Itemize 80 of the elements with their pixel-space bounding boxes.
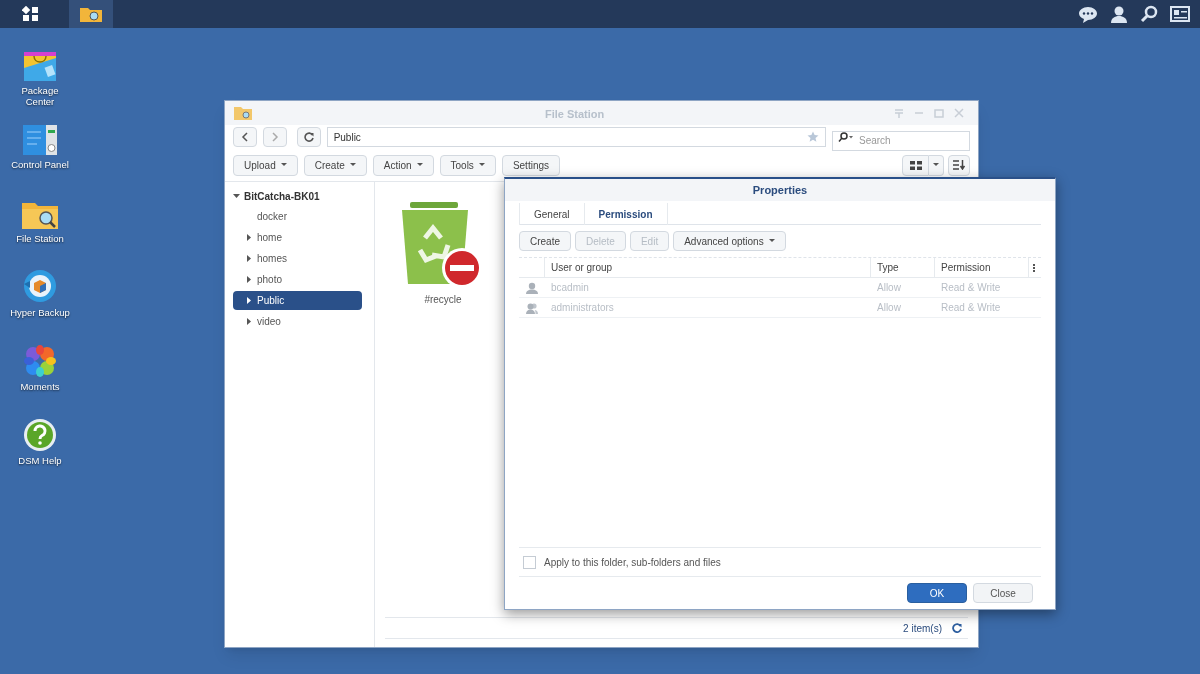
column-header[interactable]: User or group bbox=[545, 258, 871, 277]
tree-item[interactable]: video bbox=[233, 312, 362, 331]
checkbox-label: Apply to this folder, sub-folders and files bbox=[544, 555, 721, 570]
table-cell-text: Read & Write bbox=[940, 301, 1002, 315]
toolbar-button[interactable]: Create bbox=[519, 231, 571, 251]
help-icon bbox=[23, 418, 57, 452]
grid-view-button[interactable] bbox=[902, 154, 929, 176]
group-icon bbox=[526, 301, 538, 314]
toolbar-button[interactable]: Tools bbox=[439, 154, 496, 176]
expanded-arrow-icon bbox=[233, 194, 240, 199]
collapsed-arrow-icon bbox=[247, 318, 251, 325]
desktop-icon-label[interactable]: DSM Help bbox=[18, 455, 62, 466]
toolbar-button[interactable]: Create bbox=[303, 154, 367, 176]
table-cell-text: Allow bbox=[876, 301, 902, 315]
search-icon[interactable] bbox=[838, 132, 854, 142]
toolbar-button[interactable]: Advanced options bbox=[673, 231, 786, 251]
sort-icon bbox=[953, 160, 965, 170]
checkbox[interactable] bbox=[523, 555, 536, 569]
desktop-icon-label[interactable]: Package Center bbox=[21, 85, 59, 107]
sort-button[interactable] bbox=[948, 154, 970, 176]
file-name[interactable]: #recycle bbox=[424, 292, 462, 307]
folder-icon bbox=[21, 200, 59, 230]
dialog-title: Properties bbox=[752, 182, 808, 198]
star-icon[interactable] bbox=[807, 131, 819, 143]
grid-view-icon bbox=[909, 160, 922, 170]
user-icon[interactable] bbox=[1110, 5, 1128, 23]
table-cell-text: bcadmin bbox=[550, 281, 590, 295]
caret-icon bbox=[280, 163, 287, 167]
search-field[interactable]: Search bbox=[832, 130, 970, 151]
search-icon[interactable] bbox=[1140, 5, 1158, 23]
file-station-taskbar-button[interactable] bbox=[69, 0, 113, 28]
desktop-icon-label[interactable]: Moments bbox=[20, 381, 60, 392]
flower-icon bbox=[23, 344, 57, 378]
caret-icon bbox=[349, 163, 356, 167]
id-card-icon[interactable] bbox=[1170, 6, 1190, 22]
refresh-icon bbox=[303, 132, 314, 142]
tree-item[interactable]: BitCatcha-BK01 bbox=[233, 186, 362, 207]
tree-item[interactable]: docker bbox=[233, 207, 362, 226]
backup-icon bbox=[22, 268, 58, 304]
collapsed-arrow-icon bbox=[247, 276, 251, 283]
collapsed-arrow-icon bbox=[247, 255, 251, 262]
folder-icon bbox=[233, 105, 253, 121]
table-cell-text: Allow bbox=[876, 281, 902, 295]
toolbar-button[interactable]: Upload bbox=[233, 154, 298, 176]
toolbar-button[interactable]: Settings bbox=[501, 154, 560, 176]
tree-item[interactable]: home bbox=[233, 228, 362, 247]
collapsed-arrow-icon bbox=[247, 297, 251, 304]
back-button[interactable] bbox=[233, 127, 257, 147]
refresh-icon[interactable] bbox=[952, 623, 962, 633]
tree-item[interactable]: photo bbox=[233, 270, 362, 289]
caret-icon bbox=[768, 239, 775, 243]
table-cell-text: Read & Write bbox=[940, 281, 1002, 295]
caret-icon bbox=[478, 163, 485, 167]
user-icon bbox=[526, 281, 538, 294]
desktop-icon-label[interactable]: File Station bbox=[16, 233, 64, 244]
ok-button[interactable]: OK bbox=[907, 583, 967, 603]
path-field[interactable]: Public bbox=[326, 127, 826, 147]
desktop-icon-label[interactable]: Control Panel bbox=[11, 159, 69, 170]
tree-item[interactable]: homes bbox=[233, 249, 362, 268]
folder-icon bbox=[79, 5, 103, 23]
column-header[interactable]: Type bbox=[871, 258, 935, 277]
tab[interactable]: General bbox=[519, 203, 584, 225]
toolbar-button[interactable]: Action bbox=[372, 154, 434, 176]
chevron-left-icon bbox=[240, 132, 249, 142]
column-header[interactable]: Permission bbox=[935, 258, 1029, 277]
tab[interactable]: Permission bbox=[583, 203, 668, 225]
caret-icon bbox=[416, 163, 423, 167]
chat-icon[interactable] bbox=[1078, 5, 1098, 23]
window-title: File Station bbox=[545, 107, 605, 122]
grid-icon bbox=[22, 6, 40, 22]
control-panel-icon bbox=[22, 124, 58, 156]
caret-icon bbox=[933, 163, 939, 167]
tree-item[interactable]: Public bbox=[233, 291, 362, 310]
collapsed-arrow-icon bbox=[247, 234, 251, 241]
item-count: 2 item(s) bbox=[903, 621, 942, 636]
table-cell-text: administrators bbox=[550, 301, 615, 315]
chevron-right-icon bbox=[270, 132, 279, 142]
desktop-icon-label[interactable]: Hyper Backup bbox=[10, 307, 70, 318]
refresh-button[interactable] bbox=[296, 127, 321, 147]
close-button[interactable]: Close bbox=[973, 583, 1033, 603]
